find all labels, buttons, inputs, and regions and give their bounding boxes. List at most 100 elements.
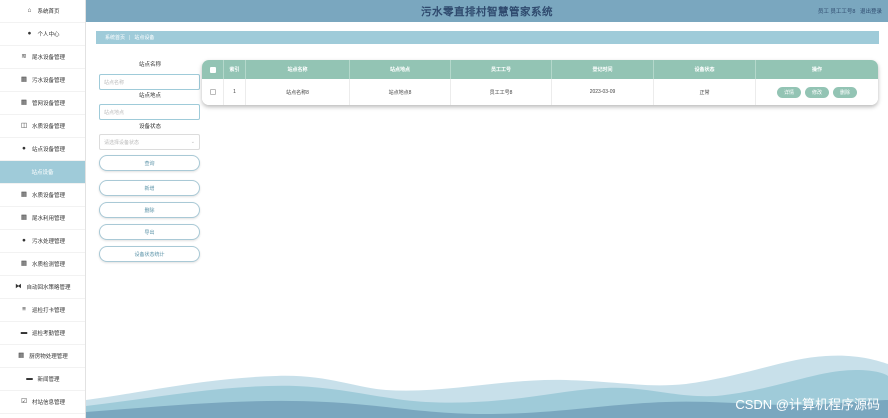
cell-operations: 详情 修改 删除 bbox=[756, 79, 878, 105]
sidebar-item-label: 新闻管理 bbox=[37, 377, 60, 383]
device-status-placeholder: 请选择设备状态 bbox=[104, 139, 140, 146]
row-delete-button[interactable]: 删除 bbox=[833, 86, 858, 98]
sidebar-item[interactable]: ● 污水处理管理 bbox=[0, 230, 85, 253]
breadcrumb-home[interactable]: 系统首页 bbox=[105, 34, 125, 41]
col-site-name: 站点名称 bbox=[246, 60, 350, 79]
device-status-stats-button[interactable]: 设备状态统计 bbox=[99, 246, 200, 262]
cell-staff-no: 员工工号8 bbox=[451, 79, 552, 105]
select-all-cell bbox=[202, 60, 224, 79]
sidebar-item-label: 站点设备管理 bbox=[31, 147, 65, 153]
col-device-status: 设备状态 bbox=[654, 60, 756, 79]
check-icon: ☑ bbox=[21, 397, 27, 405]
sidebar-item[interactable]: ⌂ 系统首页 bbox=[0, 0, 85, 23]
user-info: 员工 员工工号8 退出登录 bbox=[815, 7, 882, 15]
sidebar: ⌂ 系统首页 ● 个人中心 ≋ 尾水设备管理 ▦ 污水设备管理 ▦ 管网设备管理 ◫ 水质设备管理 ● 站… bbox=[0, 0, 86, 418]
device-status-label: 设备状态 bbox=[138, 124, 161, 130]
row-select-cell bbox=[202, 79, 224, 105]
site-name-label: 站点名称 bbox=[138, 62, 161, 68]
data-table: 索引 站点名称 站点地点 员工工号 登记时间 设备状态 操作 1 站点名称8 站… bbox=[202, 60, 878, 105]
site-location-input[interactable]: 站点地点 bbox=[99, 104, 200, 120]
col-staff-no: 员工工号 bbox=[451, 60, 552, 79]
sidebar-item[interactable]: ● 站点设备管理 bbox=[0, 138, 85, 161]
grid-icon: ▦ bbox=[20, 259, 28, 267]
sidebar-item[interactable]: ▦ 水质设备管理 bbox=[0, 184, 85, 207]
sidebar-item[interactable]: ● 个人中心 bbox=[0, 23, 85, 46]
search-form: 站点名称 站点名称 站点地点 站点地点 设备状态 请选择设备状态 ⌄ 查询 新增… bbox=[99, 61, 201, 262]
sidebar-item-label: 系统首页 bbox=[37, 9, 60, 15]
sidebar-item-label: 巡检打卡管理 bbox=[31, 308, 65, 314]
chevron-down-icon: ⌄ bbox=[190, 139, 195, 145]
edit-button[interactable]: 修改 bbox=[804, 86, 829, 98]
grid-icon: ▦ bbox=[18, 351, 25, 359]
export-button[interactable]: 导出 bbox=[99, 224, 200, 240]
cell-device-status: 正常 bbox=[654, 79, 756, 105]
cell-register-time: 2023-03-09 bbox=[552, 79, 654, 105]
sidebar-item-label: 尾水设备管理 bbox=[31, 55, 65, 61]
sidebar-item-label: 村站信息管理 bbox=[31, 400, 65, 406]
sidebar-item[interactable]: ▦ 尾水利用管理 bbox=[0, 207, 85, 230]
sidebar-item-label: 水质设备管理 bbox=[31, 193, 65, 199]
table-row: 1 站点名称8 站点地点8 员工工号8 2023-03-09 正常 详情 修改 … bbox=[202, 79, 878, 105]
add-button[interactable]: 新增 bbox=[99, 180, 200, 196]
message-icon: ▬ bbox=[26, 374, 33, 382]
sidebar-item[interactable]: ▦ 污水设备管理 bbox=[0, 69, 85, 92]
table-icon: ▦ bbox=[20, 190, 28, 198]
col-register-time: 登记时间 bbox=[552, 60, 654, 79]
list-icon: ≡ bbox=[22, 305, 26, 313]
sidebar-item[interactable]: ⧓ 自动回水策略管理 bbox=[0, 276, 85, 299]
sidebar-item[interactable]: ▦ 管网设备管理 bbox=[0, 92, 85, 115]
sidebar-item[interactable]: ▦ 水质检测管理 bbox=[0, 253, 85, 276]
current-user-label: 员工 员工工号8 bbox=[817, 9, 856, 15]
sidebar-item-label: 巡检考勤管理 bbox=[31, 331, 65, 337]
person-icon: ● bbox=[27, 29, 32, 37]
sidebar-item[interactable]: ≋ 尾水设备管理 bbox=[0, 46, 85, 69]
briefcase-icon: ▬ bbox=[20, 328, 28, 336]
breadcrumb-separator: | bbox=[129, 34, 131, 41]
top-header: 污水零直排村智慧管家系统 员工 员工工号8 退出登录 bbox=[86, 0, 888, 22]
grid-icon: ▦ bbox=[20, 213, 28, 221]
sidebar-item-label: 污水设备管理 bbox=[31, 78, 65, 84]
sidebar-item-label: 个人中心 bbox=[37, 32, 60, 38]
sidebar-item[interactable]: ▦ 厨房物处理管理 bbox=[0, 345, 85, 368]
query-button[interactable]: 查询 bbox=[99, 155, 200, 171]
person-icon: ● bbox=[22, 144, 26, 152]
delete-button[interactable]: 删除 bbox=[99, 202, 200, 218]
select-all-checkbox[interactable] bbox=[209, 66, 216, 73]
breadcrumb: 系统首页 | 站点设备 bbox=[96, 31, 879, 44]
sidebar-item-label: 厨房物处理管理 bbox=[29, 354, 68, 360]
sidebar-item-label: 水质检测管理 bbox=[31, 262, 65, 268]
col-operations: 操作 bbox=[811, 67, 822, 73]
device-status-select[interactable]: 请选择设备状态 ⌄ bbox=[99, 134, 200, 150]
logout-link[interactable]: 退出登录 bbox=[860, 9, 882, 15]
sidebar-item[interactable]: ≡ 巡检打卡管理 bbox=[0, 299, 85, 322]
col-index: 索引 bbox=[224, 60, 246, 79]
sidebar-item-label: 污水处理管理 bbox=[31, 239, 65, 245]
row-checkbox[interactable] bbox=[209, 89, 216, 95]
sidebar-item-label: 尾水利用管理 bbox=[31, 216, 65, 222]
sidebar-item[interactable]: ▬ 巡检考勤管理 bbox=[0, 322, 85, 345]
flow-icon: ≋ bbox=[21, 52, 27, 60]
app-title: 污水零直排村智慧管家系统 bbox=[421, 6, 553, 18]
sidebar-item-label: 管网设备管理 bbox=[31, 101, 65, 107]
cell-index: 1 bbox=[224, 79, 246, 105]
cell-site-location: 站点地点8 bbox=[350, 79, 451, 105]
sidebar-item-label: 站点设备 bbox=[31, 170, 54, 176]
sidebar-item[interactable]: ◫ 水质设备管理 bbox=[0, 115, 85, 138]
bowtie-icon: ⧓ bbox=[15, 282, 22, 290]
sidebar-item[interactable]: ▬ 新闻管理 bbox=[0, 368, 85, 391]
detail-button[interactable]: 详情 bbox=[776, 86, 801, 98]
csdn-watermark: CSDN @计算机程序源码 bbox=[735, 397, 880, 412]
site-location-label: 站点地点 bbox=[138, 93, 161, 99]
sidebar-item[interactable]: ☑ 村站信息管理 bbox=[0, 391, 85, 414]
sidebar-item[interactable]: 站点设备 bbox=[0, 161, 85, 184]
grid-icon: ▦ bbox=[20, 75, 28, 83]
col-site-location: 站点地点 bbox=[350, 60, 451, 79]
breadcrumb-current: 站点设备 bbox=[134, 35, 155, 41]
home-icon: ⌂ bbox=[27, 6, 32, 14]
sidebar-item-label: 自动回水策略管理 bbox=[26, 285, 71, 291]
grid-icon: ▦ bbox=[20, 98, 28, 106]
cell-site-name: 站点名称8 bbox=[246, 79, 350, 105]
site-name-input[interactable]: 站点名称 bbox=[99, 74, 200, 90]
sidebar-item-label: 水质设备管理 bbox=[31, 124, 65, 130]
person-icon: ● bbox=[22, 236, 26, 244]
